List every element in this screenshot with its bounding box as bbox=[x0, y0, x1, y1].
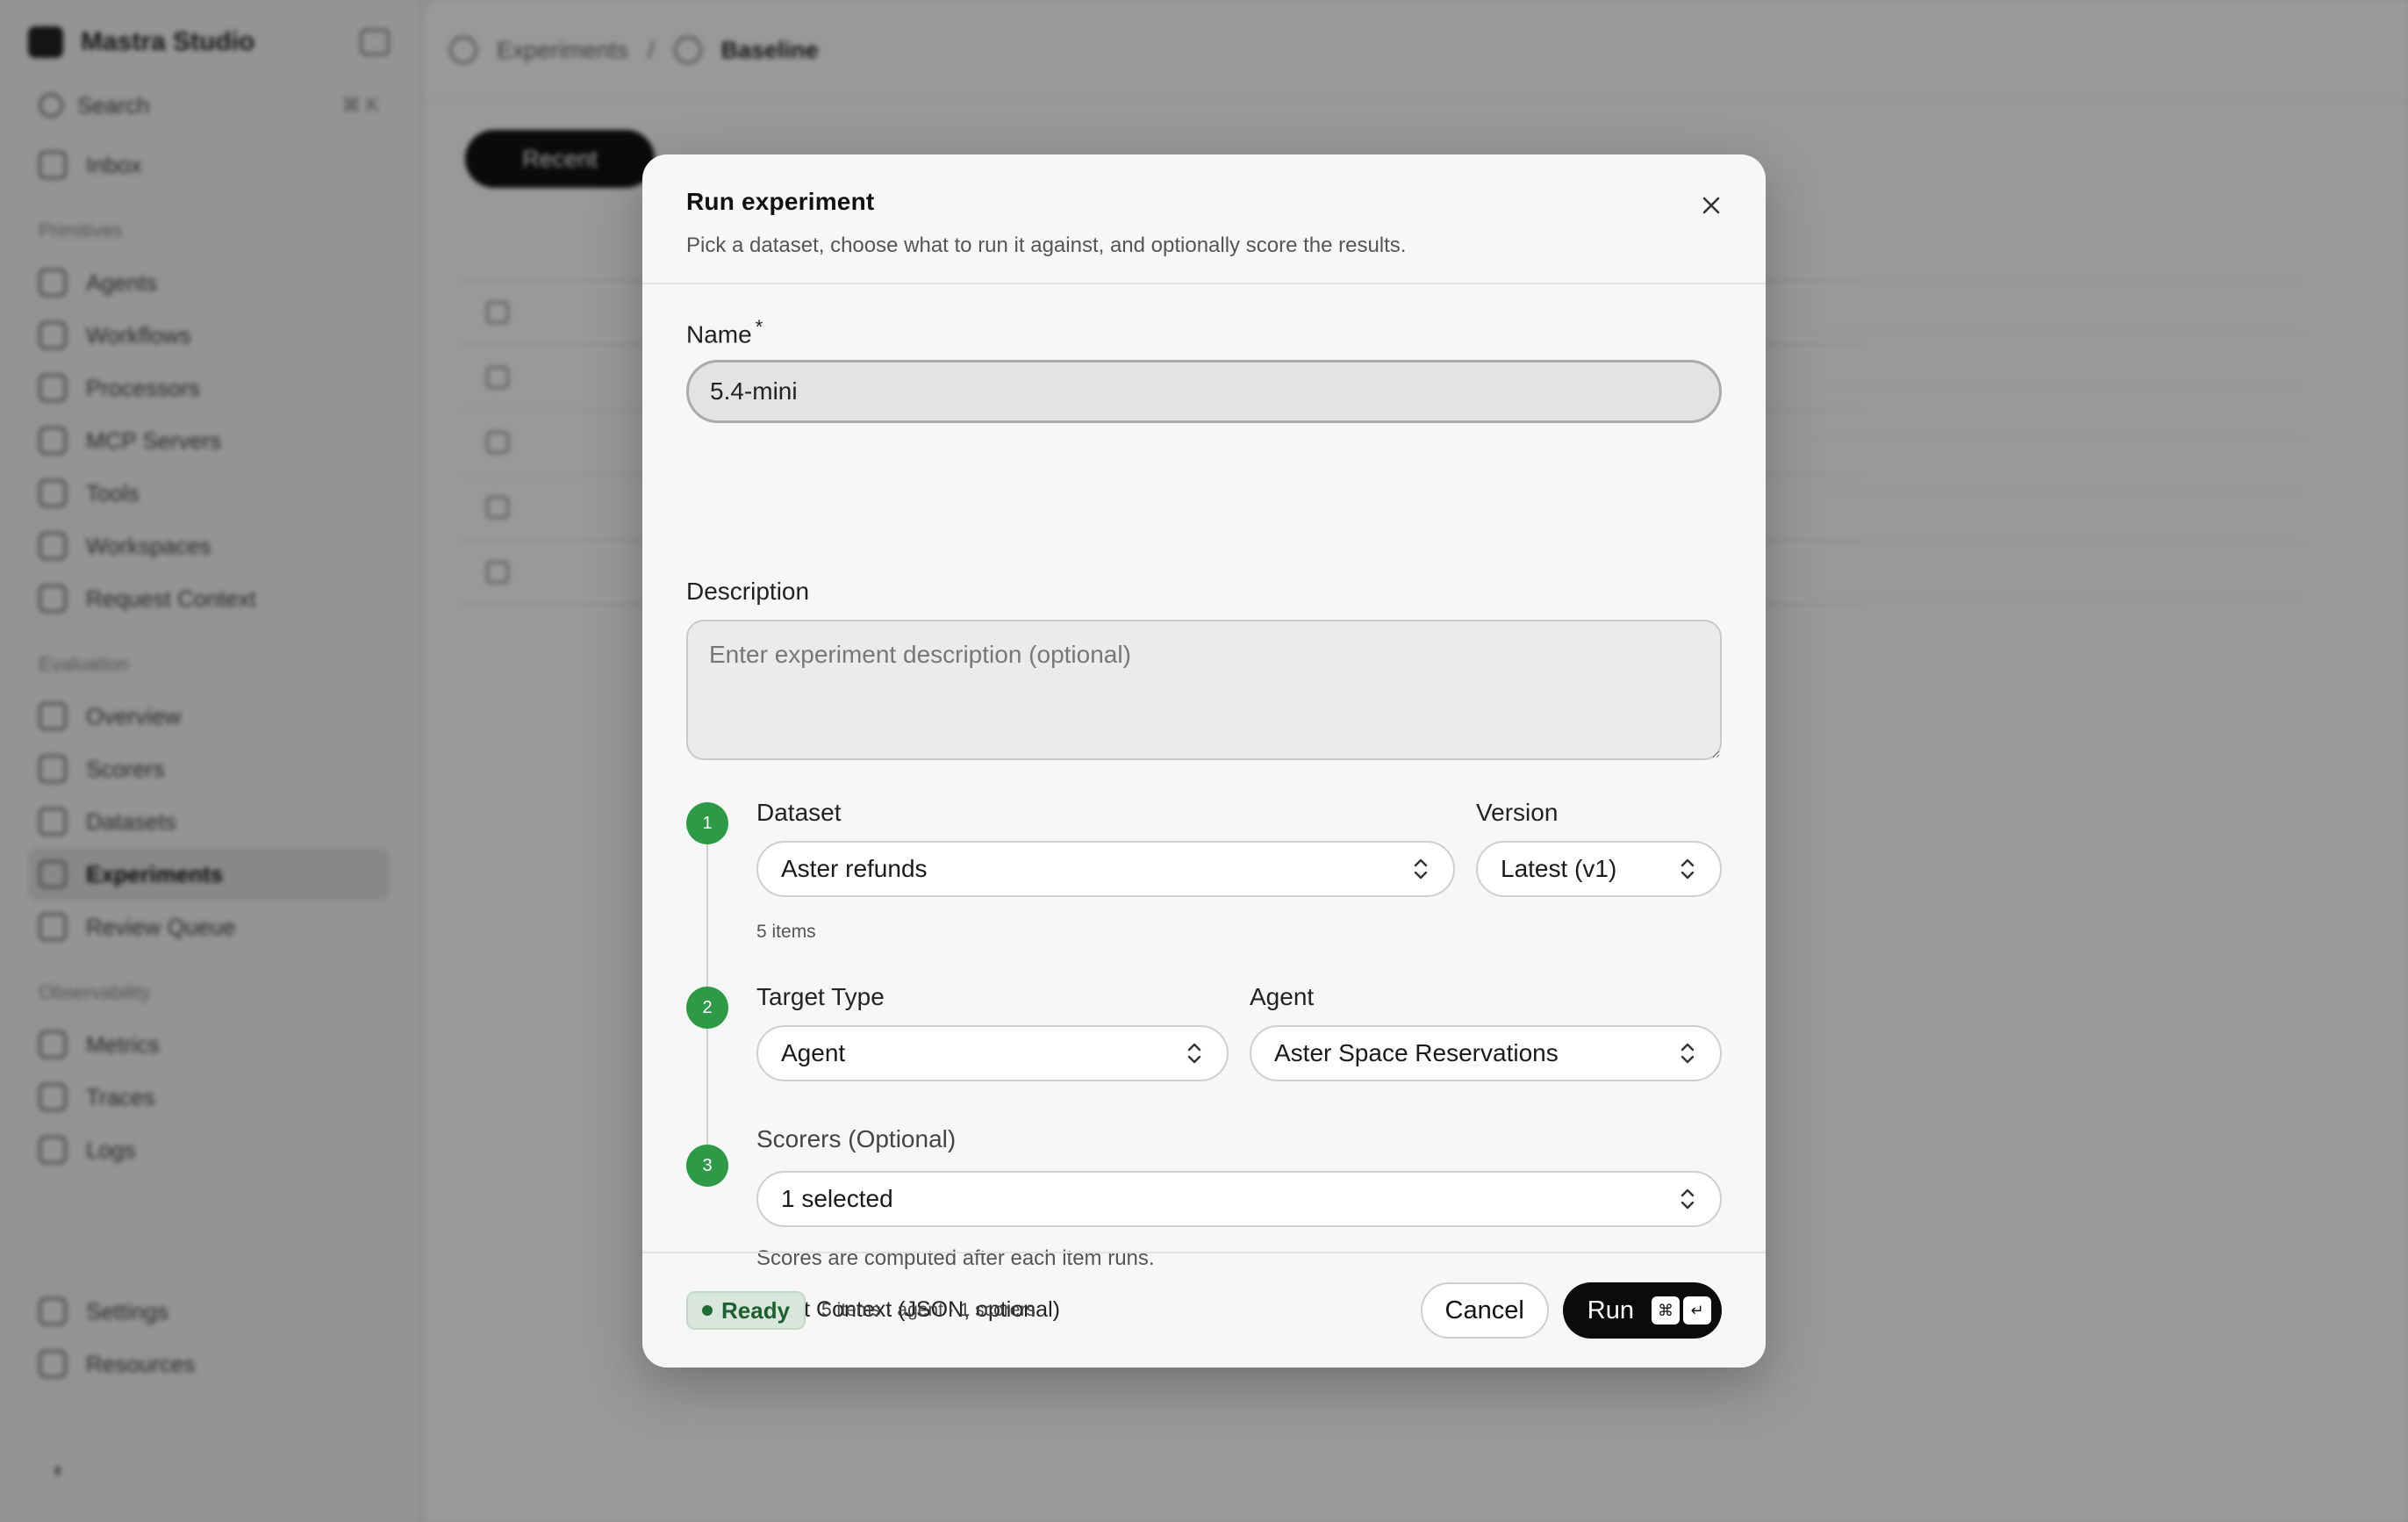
step-3-indicator: 3 bbox=[686, 1145, 728, 1187]
chevron-up-down-icon bbox=[1187, 1043, 1201, 1064]
status-badge: Ready bbox=[686, 1291, 806, 1330]
name-label: Name * bbox=[686, 316, 763, 348]
run-button-label: Run bbox=[1587, 1296, 1634, 1325]
version-label: Version bbox=[1476, 799, 1559, 826]
close-icon bbox=[1702, 197, 1720, 214]
status-badge-label: Ready bbox=[721, 1296, 791, 1324]
dataset-select-value: Aster refunds bbox=[781, 855, 928, 882]
version-select-value: Latest (v1) bbox=[1501, 855, 1617, 882]
target-type-select-value: Agent bbox=[781, 1039, 846, 1066]
status-dot-icon bbox=[702, 1305, 713, 1316]
enter-key-icon: ↵ bbox=[1683, 1296, 1711, 1325]
name-input[interactable] bbox=[686, 360, 1722, 423]
command-key-icon: ⌘ bbox=[1652, 1296, 1680, 1325]
chevron-up-down-icon bbox=[1414, 858, 1428, 879]
agent-select[interactable]: Aster Space Reservations bbox=[1250, 1025, 1722, 1081]
chevron-up-down-icon bbox=[1681, 1043, 1695, 1064]
dialog-footer: Ready 5 items · agent · 1 scorers Cancel… bbox=[642, 1252, 1766, 1368]
scorers-select[interactable]: 1 selected bbox=[756, 1171, 1722, 1227]
step-connector bbox=[706, 844, 708, 1001]
run-summary: 5 items · agent · 1 scorers bbox=[821, 1300, 1036, 1320]
dataset-item-count: 5 items bbox=[756, 922, 816, 942]
cancel-button[interactable]: Cancel bbox=[1420, 1282, 1549, 1339]
target-type-select[interactable]: Agent bbox=[756, 1025, 1229, 1081]
step-connector bbox=[706, 1029, 708, 1145]
step-2-indicator: 2 bbox=[686, 987, 728, 1029]
description-label: Description bbox=[686, 578, 810, 605]
run-button[interactable]: Run ⌘ ↵ bbox=[1562, 1282, 1722, 1339]
dataset-label: Dataset bbox=[756, 799, 842, 826]
scorers-select-value: 1 selected bbox=[781, 1185, 893, 1212]
close-button[interactable] bbox=[1694, 188, 1729, 223]
dataset-select[interactable]: Aster refunds bbox=[756, 841, 1455, 897]
required-mark: * bbox=[755, 316, 763, 338]
target-type-label: Target Type bbox=[756, 983, 885, 1010]
chevron-up-down-icon bbox=[1681, 858, 1695, 879]
description-input[interactable] bbox=[686, 620, 1722, 760]
run-shortcut: ⌘ ↵ bbox=[1652, 1296, 1711, 1325]
scorers-label: Scorers (Optional) bbox=[756, 1125, 957, 1152]
dialog-header: Run experiment Pick a dataset, choose wh… bbox=[642, 154, 1766, 284]
agent-select-value: Aster Space Reservations bbox=[1274, 1039, 1559, 1066]
dialog-title: Run experiment bbox=[686, 188, 875, 215]
chevron-up-down-icon bbox=[1681, 1188, 1695, 1210]
step-1-indicator: 1 bbox=[686, 802, 728, 844]
version-select[interactable]: Latest (v1) bbox=[1476, 841, 1722, 897]
dialog-subtitle: Pick a dataset, choose what to run it ag… bbox=[686, 233, 1407, 257]
dialog-body: Name* Description 1 Dataset Aster refund… bbox=[642, 284, 1766, 1368]
agent-label: Agent bbox=[1250, 983, 1315, 1010]
name-label-text: Name bbox=[686, 320, 752, 348]
run-experiment-dialog: Run experiment Pick a dataset, choose wh… bbox=[642, 154, 1766, 1368]
